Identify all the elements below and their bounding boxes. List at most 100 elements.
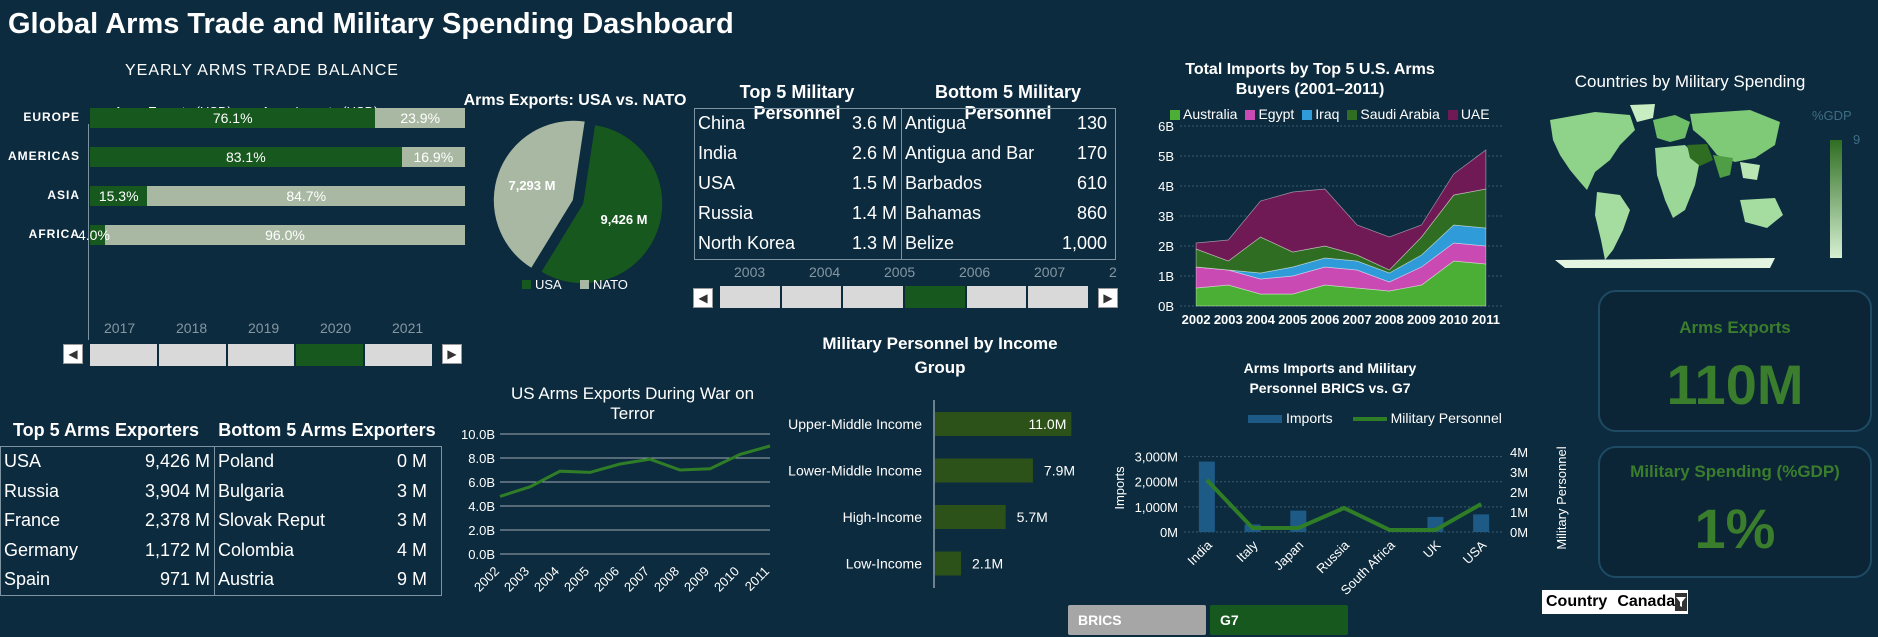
y-tick-label: 1B [1158, 269, 1174, 284]
arms-balance-panel: YEARLY ARMS TRADE BALANCE Arms Exports (… [0, 58, 470, 340]
bottom-exporters-title: Bottom 5 Arms Exporters [218, 420, 436, 440]
table-cell-name: North Korea [698, 233, 796, 253]
table-cell-value: 170 [1076, 143, 1107, 163]
table-cell-value: 3 M [396, 480, 427, 501]
y-tick-label-right: 3M [1510, 465, 1528, 480]
x-tick-label: 2008 [651, 564, 682, 595]
year-slider-track[interactable] [90, 344, 434, 366]
table-cell-name: Slovak Reput [218, 510, 326, 530]
imports-bar-label: 23.9% [400, 110, 441, 126]
slider-cell-2021[interactable] [365, 344, 434, 366]
y-tick-label: 2B [1158, 239, 1174, 254]
slider-cell-2020[interactable] [296, 344, 366, 366]
table-cell-name: USA [698, 173, 736, 193]
slider-year-2018: 2018 [176, 320, 208, 336]
south-america-shape [1595, 192, 1630, 260]
imports-area-chart: 0B1B2B3B4B5B6B2002 2003 2004 2005 2006 2007 20… [1158, 119, 1502, 327]
year-slicer-1[interactable]: 2017 2018 2019 2020 2021 ◀ ▶ [60, 318, 470, 368]
y-tick-label: 3B [1158, 209, 1174, 224]
table-cell-name: Bulgaria [218, 480, 285, 501]
slider-cell-2019[interactable] [227, 344, 297, 366]
x-tick-label: 2006 [1310, 312, 1339, 327]
slider-year-2003: 2003 [734, 264, 766, 280]
table-cell-value: 9 M [396, 569, 427, 589]
y-tick-label: 10.0B [461, 427, 495, 442]
y-tick-label-right: 2M [1510, 485, 1528, 500]
region-label: ASIA [47, 188, 80, 202]
y-tick-label: 6B [1158, 119, 1174, 134]
table-cell-value: 1.5 M [851, 173, 897, 193]
map-legend-max: 9 [1853, 132, 1861, 147]
slider-cell-2[interactable] [1028, 286, 1091, 308]
income-bar [935, 551, 962, 576]
us-exports-line-chart: 0.0B2.0B4.0B6.0B8.0B10.0B200220032004200… [461, 427, 772, 595]
income-category-label: High-Income [843, 509, 923, 525]
slider2-next-button[interactable]: ▶ [1098, 288, 1118, 308]
slider-year-2020: 2020 [320, 320, 352, 336]
slider-year-2004: 2004 [809, 264, 841, 280]
slider-next-button[interactable]: ▶ [442, 344, 462, 364]
us-exports-line [499, 444, 771, 498]
page-title: Global Arms Trade and Military Spending … [8, 8, 734, 40]
income-bar [935, 505, 1006, 529]
slider-cell-2007[interactable] [966, 286, 1029, 308]
imports-bar: 96.0% [105, 225, 465, 245]
europe-shape [1653, 115, 1690, 142]
y-tick-label: 2,000M [1135, 475, 1178, 490]
pie-title: Arms Exports: USA vs. NATO [463, 92, 687, 109]
map-legend-gradient [1830, 140, 1842, 258]
imports-bar: 84.7% [147, 186, 465, 206]
imports-bar: 23.9% [375, 108, 465, 128]
table-row: Germany 1,172 M Colombia 4 M [1, 536, 441, 566]
north-america-shape [1550, 112, 1635, 190]
brics-g7-title: Arms Imports and Military Personnel BRIC… [1243, 360, 1417, 396]
year-slicer-2[interactable]: 2003 2004 2005 2006 2007 2 ◀ ▶ [690, 262, 1122, 314]
x-tick-label: UK [1420, 537, 1444, 561]
slider-year-2006: 2006 [959, 264, 991, 280]
table-row: North Korea 1.3 M Belize 1,000 [695, 229, 1115, 259]
slider-year-2: 2 [1109, 264, 1117, 280]
region-label: AFRICA [28, 227, 80, 241]
table-cell-value: 2.6 M [851, 143, 897, 163]
table-cell-value: 130 [1076, 113, 1107, 133]
table-row: France 2,378 M Slovak Reput 3 M [1, 506, 441, 536]
slider-cell-2006[interactable] [905, 286, 967, 308]
slider2-prev-button[interactable]: ◀ [693, 288, 713, 308]
income-bar-chart: Upper-Middle Income 11.0M Lower-Middle Inc… [788, 400, 1075, 588]
brics-g7-legend: Imports Military Personnel [1248, 410, 1502, 426]
slider-cell-2018[interactable] [158, 344, 228, 366]
table-cell-name: Belize [905, 233, 955, 253]
year-slider-2-track[interactable] [720, 286, 1091, 308]
imports-area-title: Total Imports by Top 5 U.S. Arms Buyers … [1185, 61, 1435, 98]
table-cell-name: India [698, 143, 738, 163]
group-option-g7[interactable]: G7 [1210, 605, 1348, 635]
arms-exports-value: 110M [1666, 353, 1804, 416]
top-exporters-title: Top 5 Arms Exporters [12, 420, 200, 440]
y-tick-label: 1,000M [1135, 500, 1178, 515]
y-tick-label: 0.0B [468, 547, 495, 562]
x-tick-label: 2005 [1278, 312, 1307, 327]
pie-slice-label: 9,426 M [601, 212, 648, 227]
slider-cell-2017[interactable] [90, 344, 159, 366]
imports-bar [1473, 514, 1490, 532]
income-bar [935, 458, 1033, 483]
table-cell-name: Russia [698, 203, 754, 223]
group-slicer[interactable]: BRICS G7 [1068, 605, 1350, 635]
income-bar-label: 5.7M [1017, 509, 1048, 525]
group-option-brics[interactable]: BRICS [1068, 605, 1206, 635]
slider-prev-button[interactable]: ◀ [63, 344, 83, 364]
table-cell-name: Austria [218, 569, 275, 589]
x-tick-label: Russia [1313, 537, 1352, 576]
slider-cell-2003[interactable] [720, 286, 782, 308]
table-cell-value: 3 M [396, 510, 427, 530]
y-tick-label-right: 0M [1510, 525, 1528, 540]
filter-icon[interactable] [1675, 593, 1688, 611]
x-tick-label: 2006 [591, 564, 622, 595]
table-cell-value: 3.6 M [851, 113, 897, 133]
x-tick-label: 2003 [1214, 312, 1243, 327]
x-tick-label: 2002 [1182, 312, 1211, 327]
map-title: Countries by Military Spending [1574, 72, 1806, 91]
slider-cell-2004[interactable] [781, 286, 844, 308]
table-cell-name: Barbados [905, 173, 983, 193]
slider-cell-2005[interactable] [843, 286, 906, 308]
